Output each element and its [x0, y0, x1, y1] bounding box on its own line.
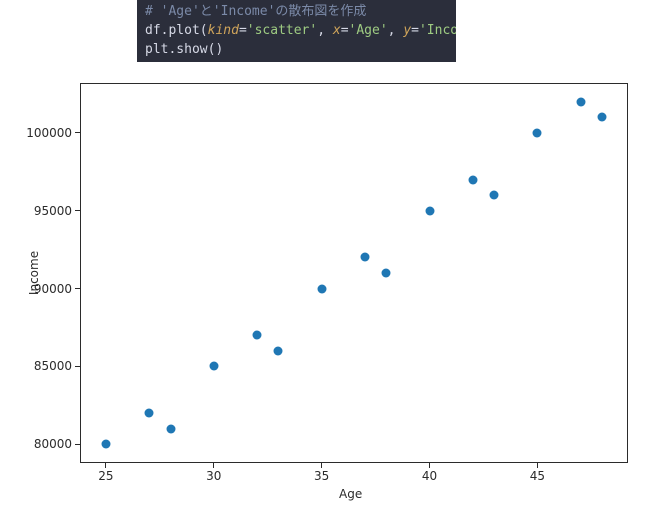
scatter-chart: Age Income 25303540458000085000900009500… — [0, 72, 646, 511]
data-point — [360, 253, 369, 262]
data-point — [209, 362, 218, 371]
y-tick-mark — [75, 366, 80, 367]
code-str-income: 'Income' — [419, 23, 456, 38]
code-kw-kind: kind — [208, 23, 239, 38]
data-point — [490, 191, 499, 200]
x-tick-mark — [213, 463, 214, 468]
code-open-paren: ( — [200, 23, 208, 38]
y-tick-mark — [75, 288, 80, 289]
data-point — [252, 331, 261, 340]
x-axis-label: Age — [339, 487, 362, 501]
code-str-age: 'Age' — [349, 23, 388, 38]
code-kw-x: x — [333, 23, 341, 38]
data-point — [468, 175, 477, 184]
y-tick-label: 80000 — [34, 437, 72, 451]
x-tick-mark — [537, 463, 538, 468]
y-tick-label: 100000 — [26, 126, 72, 140]
data-point — [101, 440, 110, 449]
data-point — [274, 346, 283, 355]
data-point — [533, 128, 542, 137]
x-tick-label: 30 — [206, 469, 221, 483]
data-point — [598, 113, 607, 122]
code-sep2: , — [388, 23, 404, 38]
y-tick-mark — [75, 210, 80, 211]
x-tick-label: 45 — [530, 469, 545, 483]
code-eq3: = — [411, 23, 419, 38]
code-ident-df: df — [145, 23, 161, 38]
y-tick-label: 95000 — [34, 204, 72, 218]
data-point — [425, 206, 434, 215]
x-tick-label: 25 — [98, 469, 113, 483]
code-kw-y: y — [403, 23, 411, 38]
code-cell: # 'Age'と'Income'の散布図を作成 df.plot(kind='sc… — [137, 0, 456, 62]
data-point — [317, 284, 326, 293]
y-tick-mark — [75, 132, 80, 133]
code-fn-plot: plot — [168, 23, 199, 38]
data-point — [145, 409, 154, 418]
code-sep1: , — [317, 23, 333, 38]
data-point — [382, 269, 391, 278]
x-tick-label: 40 — [422, 469, 437, 483]
code-eq1: = — [239, 23, 247, 38]
code-eq2: = — [341, 23, 349, 38]
data-point — [576, 97, 585, 106]
y-tick-label: 90000 — [34, 282, 72, 296]
plot-area — [80, 83, 628, 463]
data-point — [166, 424, 175, 433]
code-comment: # 'Age'と'Income'の散布図を作成 — [145, 4, 366, 19]
x-tick-mark — [105, 463, 106, 468]
y-tick-mark — [75, 444, 80, 445]
code-line3: plt.show() — [145, 42, 223, 57]
x-tick-mark — [429, 463, 430, 468]
x-tick-label: 35 — [314, 469, 329, 483]
code-str-scatter: 'scatter' — [247, 23, 317, 38]
x-tick-mark — [321, 463, 322, 468]
y-tick-label: 85000 — [34, 359, 72, 373]
